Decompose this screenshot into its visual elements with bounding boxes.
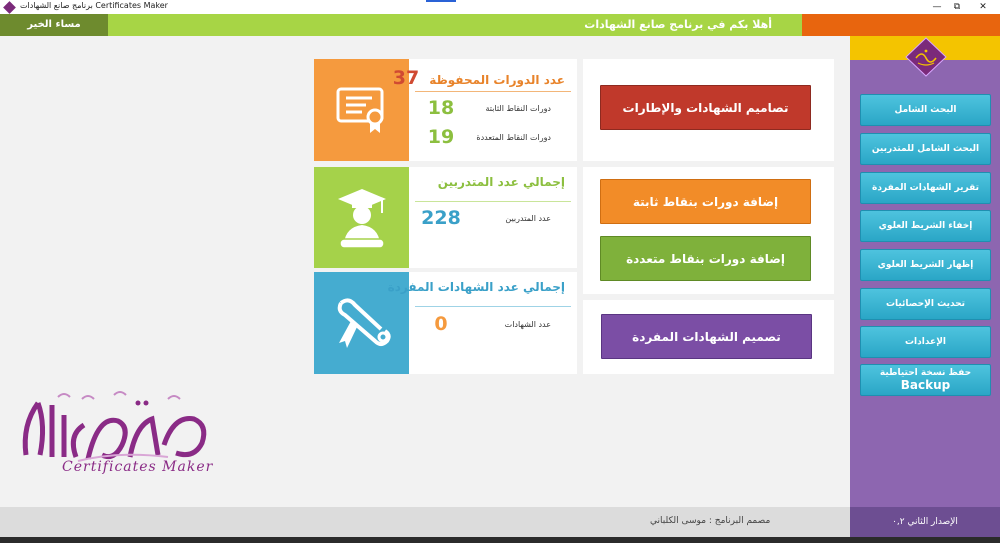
certificate-icon [336,87,383,133]
add-courses-panel: إضافة دورات بنقاط ثابتة إضافة دورات بنقا… [583,167,834,294]
header-accent [802,14,1000,36]
fixed-courses-count: 18 [427,97,455,119]
certificates-title: إجمالي عدد الشهادات المفردة [388,280,565,294]
courses-tile: 37 عدد الدورات المحفوظة 18 دورات النقاط … [393,59,577,161]
sidebar-item-label: تقرير الشهادات المفردة [872,183,979,193]
sidebar-item-show-topbar[interactable]: إظهار الشريط العلوي [860,249,991,281]
add-multi-courses-button[interactable]: إضافة دورات بنقاط متعددة [600,236,811,281]
sidebar-item-label: تحديث الإحصائيات [885,299,966,309]
fixed-courses-label: دورات النقاط الثابتة [485,103,551,113]
welcome-bar: أهلا بكم في برنامج صانع الشهادات [108,14,802,36]
app-logo-icon [905,37,947,77]
courses-title-text: عدد الدورات المحفوظة [429,73,565,87]
courses-title: 37 عدد الدورات المحفوظة [393,67,565,89]
certificates-label: عدد الشهادات [504,319,551,329]
sidebar-item-settings[interactable]: الإعدادات [860,326,991,358]
brand-logo [22,391,207,462]
minimize-button[interactable]: — [930,1,944,13]
add-fixed-courses-button[interactable]: إضافة دورات بنقاط ثابتة [600,179,811,224]
app-icon [3,1,16,14]
sidebar-item-label: حفظ نسخة احتياطية [879,368,972,378]
certificates-row: 0 عدد الشهادات [411,313,551,335]
welcome-text: أهلا بكم في برنامج صانع الشهادات [584,18,772,31]
close-button[interactable]: ✕ [976,1,990,13]
trainees-tile: إجمالي عدد المتدربين 228 عدد المتدربين [409,167,577,268]
version-label: الإصدار الثاني ٠,٢ [850,507,1000,537]
trainees-count: 228 [421,207,461,229]
graduate-icon [337,188,386,249]
sidebar-item-label: إظهار الشريط العلوي [877,260,974,270]
window-title: برنامج صانع الشهادات Certificates Maker [20,1,168,10]
sidebar-item-backup[interactable]: حفظ نسخة احتياطية Backup [860,364,991,396]
trainees-label: عدد المتدربين [505,213,551,223]
maximize-button[interactable]: ⧉ [950,1,964,13]
trainees-row: 228 عدد المتدربين [411,207,551,229]
focus-indicator [426,0,456,2]
courses-total: 37 [392,67,420,89]
single-design-button[interactable]: تصميم الشهادات المفردة [601,314,812,359]
title-bar: برنامج صانع الشهادات Certificates Maker … [0,0,1000,14]
sidebar-item-search-trainees[interactable]: البحث الشامل للمتدربين [860,133,991,165]
designer-credit: مصمم البرنامج : موسى الكلباني [650,516,771,526]
fixed-courses-row: 18 دورات النقاط الثابتة [411,97,551,119]
greeting-label: مساء الخير [0,14,108,36]
certificates-title-text: إجمالي عدد الشهادات المفردة [387,280,565,294]
trainees-tile-icon-box [314,167,409,268]
designs-panel: تصاميم الشهادات والإطارات [583,59,834,161]
sidebar-item-search-all[interactable]: البحث الشامل [860,94,991,126]
brand-english: Certificates Maker [62,459,214,475]
divider [415,201,571,202]
sidebar-item-refresh-stats[interactable]: تحديث الإحصائيات [860,288,991,320]
multi-courses-row: 19 دورات النقاط المتعددة [411,126,551,148]
sidebar-item-hide-topbar[interactable]: إخفاء الشريط العلوي [860,210,991,242]
divider [415,91,571,92]
sidebar-item-label: البحث الشامل [894,105,957,115]
sidebar-item-sublabel: Backup [900,378,951,392]
sidebar-item-label: الإعدادات [905,337,946,347]
certificates-count: 0 [434,313,448,335]
sidebar: البحث الشامل البحث الشامل للمتدربين تقري… [850,36,1000,507]
certificates-tile: إجمالي عدد الشهادات المفردة 0 عدد الشهاد… [388,272,577,374]
trainees-title-text: إجمالي عدد المتدربين [437,175,565,189]
sidebar-item-label: البحث الشامل للمتدربين [871,144,980,154]
single-design-panel: تصميم الشهادات المفردة [583,300,834,374]
divider [415,306,571,307]
multi-courses-count: 19 [427,126,455,148]
sidebar-item-label: إخفاء الشريط العلوي [878,221,973,231]
taskbar [0,537,1000,543]
status-bar: مصمم البرنامج : موسى الكلباني الإصدار ال… [0,507,1000,537]
designs-button[interactable]: تصاميم الشهادات والإطارات [600,85,811,130]
trainees-title: إجمالي عدد المتدربين [438,175,565,189]
scroll-icon [337,298,391,348]
multi-courses-label: دورات النقاط المتعددة [476,132,551,142]
header-strip: مساء الخير أهلا بكم في برنامج صانع الشها… [0,14,1000,36]
sidebar-item-single-report[interactable]: تقرير الشهادات المفردة [860,172,991,204]
